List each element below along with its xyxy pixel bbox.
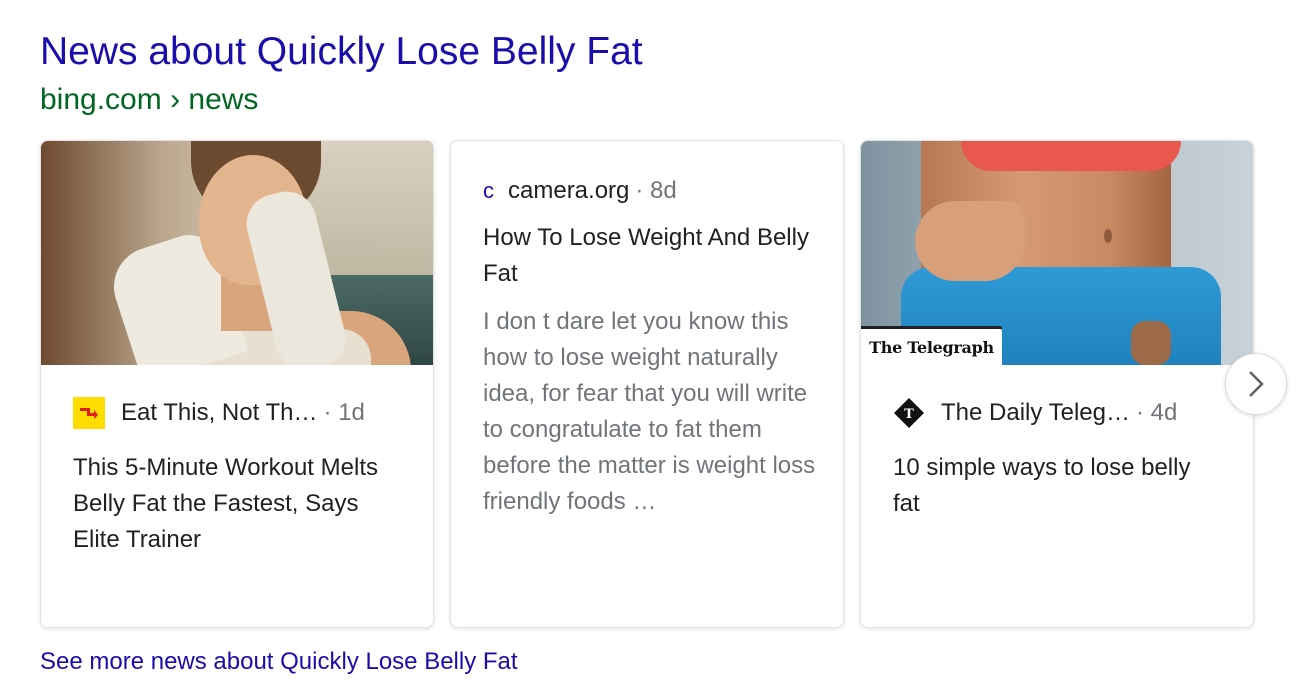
- news-meta: c camera.org · 8d: [483, 175, 677, 207]
- news-title[interactable]: This 5-Minute Workout Melts Belly Fat th…: [73, 450, 403, 558]
- chevron-right-icon: [1249, 371, 1264, 397]
- news-heading-link[interactable]: News about Quickly Lose Belly Fat: [40, 28, 643, 76]
- published-age: · 4d: [1135, 399, 1178, 426]
- carousel-next-button[interactable]: [1225, 353, 1287, 415]
- see-more-news-link[interactable]: See more news about Quickly Lose Belly F…: [40, 646, 518, 678]
- telegraph-badge: The Telegraph: [861, 326, 1002, 365]
- telegraph-logo-icon: T: [893, 397, 925, 429]
- publisher-name: Eat This, Not Th…: [121, 399, 318, 426]
- news-card[interactable]: c camera.org · 8d How To Lose Weight And…: [450, 140, 844, 628]
- published-age: · 8d: [635, 177, 677, 204]
- source-breadcrumb: bing.com › news: [40, 83, 259, 116]
- camera-org-logo-icon: c: [483, 178, 494, 203]
- news-thumbnail-image[interactable]: [41, 141, 433, 365]
- eat-this-logo-icon: [73, 397, 105, 429]
- svg-text:T: T: [904, 407, 914, 422]
- news-card[interactable]: The Telegraph T The Daily Teleg… · 4d 10…: [860, 140, 1254, 628]
- publisher-name: The Daily Teleg…: [941, 399, 1130, 426]
- publisher-name: camera.org: [508, 177, 630, 204]
- news-title[interactable]: How To Lose Weight And Belly Fat: [483, 220, 813, 292]
- news-thumbnail-image[interactable]: The Telegraph: [861, 141, 1253, 365]
- news-title[interactable]: 10 simple ways to lose belly fat: [893, 450, 1223, 522]
- news-snippet: I don t dare let you know this how to lo…: [483, 308, 816, 515]
- news-meta: T The Daily Teleg… · 4d: [893, 397, 1177, 429]
- news-card[interactable]: Eat This, Not Th… · 1d This 5-Minute Wor…: [40, 140, 434, 628]
- news-meta: Eat This, Not Th… · 1d: [73, 397, 365, 429]
- published-age: · 1d: [323, 399, 365, 426]
